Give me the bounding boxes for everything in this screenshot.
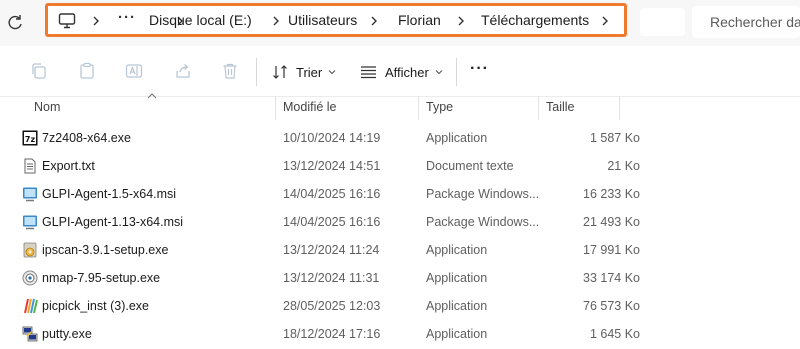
column-divider[interactable]	[275, 96, 276, 120]
file-name: picpick_inst (3).exe	[42, 299, 149, 313]
column-header: Nom Modifié le Type Taille	[0, 93, 800, 120]
file-size: 21 493 Ko	[583, 215, 640, 229]
msi-package-icon	[23, 215, 37, 230]
toolbar-separator	[256, 58, 257, 86]
view-lines-icon	[361, 66, 376, 79]
paste-icon[interactable]	[78, 62, 96, 80]
file-modified: 13/12/2024 11:31	[283, 271, 380, 285]
file-name: putty.exe	[42, 327, 92, 341]
file-type: Application	[426, 327, 488, 341]
text-file-icon	[24, 158, 36, 174]
breadcrumb-overflow[interactable]: ···	[118, 9, 136, 26]
chevron-right-icon[interactable]	[271, 15, 281, 27]
address-row: ··· Disque local (E:) Utilisateurs Flori…	[0, 0, 800, 46]
file-modified: 28/05/2025 12:03	[283, 299, 381, 313]
address-dropdown-area[interactable]	[640, 8, 685, 36]
sort-icon	[273, 65, 287, 79]
file-name: ipscan-3.9.1-setup.exe	[42, 243, 169, 257]
file-type: Document texte	[426, 159, 514, 173]
file-modified: 13/12/2024 14:51	[283, 159, 381, 173]
column-name[interactable]: Nom	[34, 100, 60, 114]
file-row[interactable]: ipscan-3.9.1-setup.exe 13/12/2024 11:24 …	[0, 236, 800, 264]
file-type: Application	[426, 131, 488, 145]
file-size: 1 587 Ko	[589, 131, 640, 145]
file-size: 76 573 Ko	[583, 299, 640, 313]
computer-icon[interactable]	[58, 12, 76, 30]
search-input[interactable]: Rechercher dar	[692, 6, 800, 38]
share-icon[interactable]	[174, 62, 192, 80]
command-bar: Trier Afficher ···	[0, 46, 800, 97]
column-divider[interactable]	[619, 96, 620, 120]
svg-text:7z: 7z	[25, 135, 36, 144]
file-size: 17 991 Ko	[583, 243, 640, 257]
installer-icon	[23, 242, 37, 258]
column-modified[interactable]: Modifié le	[283, 100, 337, 114]
file-row[interactable]: GLPI-Agent-1.13-x64.msi 14/04/2025 16:16…	[0, 208, 800, 236]
column-type[interactable]: Type	[426, 100, 453, 114]
chevron-down-icon	[435, 70, 443, 75]
sort-label: Trier	[296, 64, 323, 80]
chevron-right-icon[interactable]	[369, 15, 379, 27]
file-name: Export.txt	[42, 159, 95, 173]
breadcrumb-utilisateurs[interactable]: Utilisateurs	[288, 12, 357, 28]
file-size: 33 174 Ko	[583, 271, 640, 285]
chevron-right-icon[interactable]	[91, 15, 101, 27]
address-bar[interactable]: ··· Disque local (E:) Utilisateurs Flori…	[45, 3, 627, 37]
file-name: nmap-7.95-setup.exe	[42, 271, 161, 285]
file-modified: 10/10/2024 14:19	[283, 131, 381, 145]
file-modified: 14/04/2025 16:16	[283, 187, 381, 201]
file-row[interactable]: Export.txt 13/12/2024 14:51 Document tex…	[0, 152, 800, 180]
delete-icon[interactable]	[221, 62, 239, 80]
view-button[interactable]: Afficher	[360, 58, 451, 86]
view-label: Afficher	[385, 64, 429, 80]
column-divider[interactable]	[538, 96, 539, 120]
putty-icon	[22, 326, 38, 342]
sort-button[interactable]: Trier	[272, 58, 344, 86]
file-name: GLPI-Agent-1.13-x64.msi	[42, 215, 184, 229]
msi-package-icon	[23, 187, 37, 202]
column-size[interactable]: Taille	[546, 100, 575, 114]
column-divider[interactable]	[418, 96, 419, 120]
file-row[interactable]: nmap-7.95-setup.exe 13/12/2024 11:31 App…	[0, 264, 800, 292]
picpick-icon	[24, 298, 38, 314]
file-size: 16 233 Ko	[583, 187, 640, 201]
file-row[interactable]: picpick_inst (3).exe 28/05/2025 12:03 Ap…	[0, 292, 800, 320]
file-modified: 13/12/2024 11:24	[283, 243, 380, 257]
sort-ascending-indicator	[147, 93, 157, 99]
file-type: Application	[426, 271, 488, 285]
file-type: Package Windows...	[426, 215, 540, 229]
chevron-down-icon	[328, 70, 336, 75]
copy-icon[interactable]	[30, 62, 48, 80]
refresh-icon[interactable]	[6, 14, 24, 32]
file-modified: 14/04/2025 16:16	[283, 215, 381, 229]
more-options-button[interactable]: ···	[470, 60, 489, 78]
nmap-icon	[22, 270, 38, 286]
breadcrumb-telechargements[interactable]: Téléchargements	[481, 12, 589, 28]
file-modified: 18/12/2024 17:16	[283, 327, 381, 341]
7zip-icon: 7z	[22, 130, 38, 146]
breadcrumb-disque-local[interactable]: Disque local (E:)	[149, 12, 252, 28]
breadcrumb-florian[interactable]: Florian	[398, 12, 441, 28]
file-row[interactable]: GLPI-Agent-1.5-x64.msi 14/04/2025 16:16 …	[0, 180, 800, 208]
file-name: GLPI-Agent-1.5-x64.msi	[42, 187, 177, 201]
file-row[interactable]: putty.exe 18/12/2024 17:16 Application 1…	[0, 320, 800, 348]
file-type: Application	[426, 299, 488, 313]
file-type: Package Windows...	[426, 187, 540, 201]
file-name: 7z2408-x64.exe	[42, 131, 131, 145]
search-placeholder: Rechercher dar	[710, 14, 800, 30]
chevron-right-icon[interactable]	[456, 15, 466, 27]
rename-icon[interactable]	[125, 62, 143, 80]
file-row[interactable]: 7z 7z2408-x64.exe 10/10/2024 14:19 Appli…	[0, 124, 800, 152]
file-type: Application	[426, 243, 488, 257]
chevron-right-icon[interactable]	[600, 15, 610, 27]
file-size: 21 Ko	[607, 159, 640, 173]
toolbar-separator	[456, 58, 457, 86]
file-list: 7z 7z2408-x64.exe 10/10/2024 14:19 Appli…	[0, 124, 800, 348]
file-size: 1 645 Ko	[589, 327, 640, 341]
